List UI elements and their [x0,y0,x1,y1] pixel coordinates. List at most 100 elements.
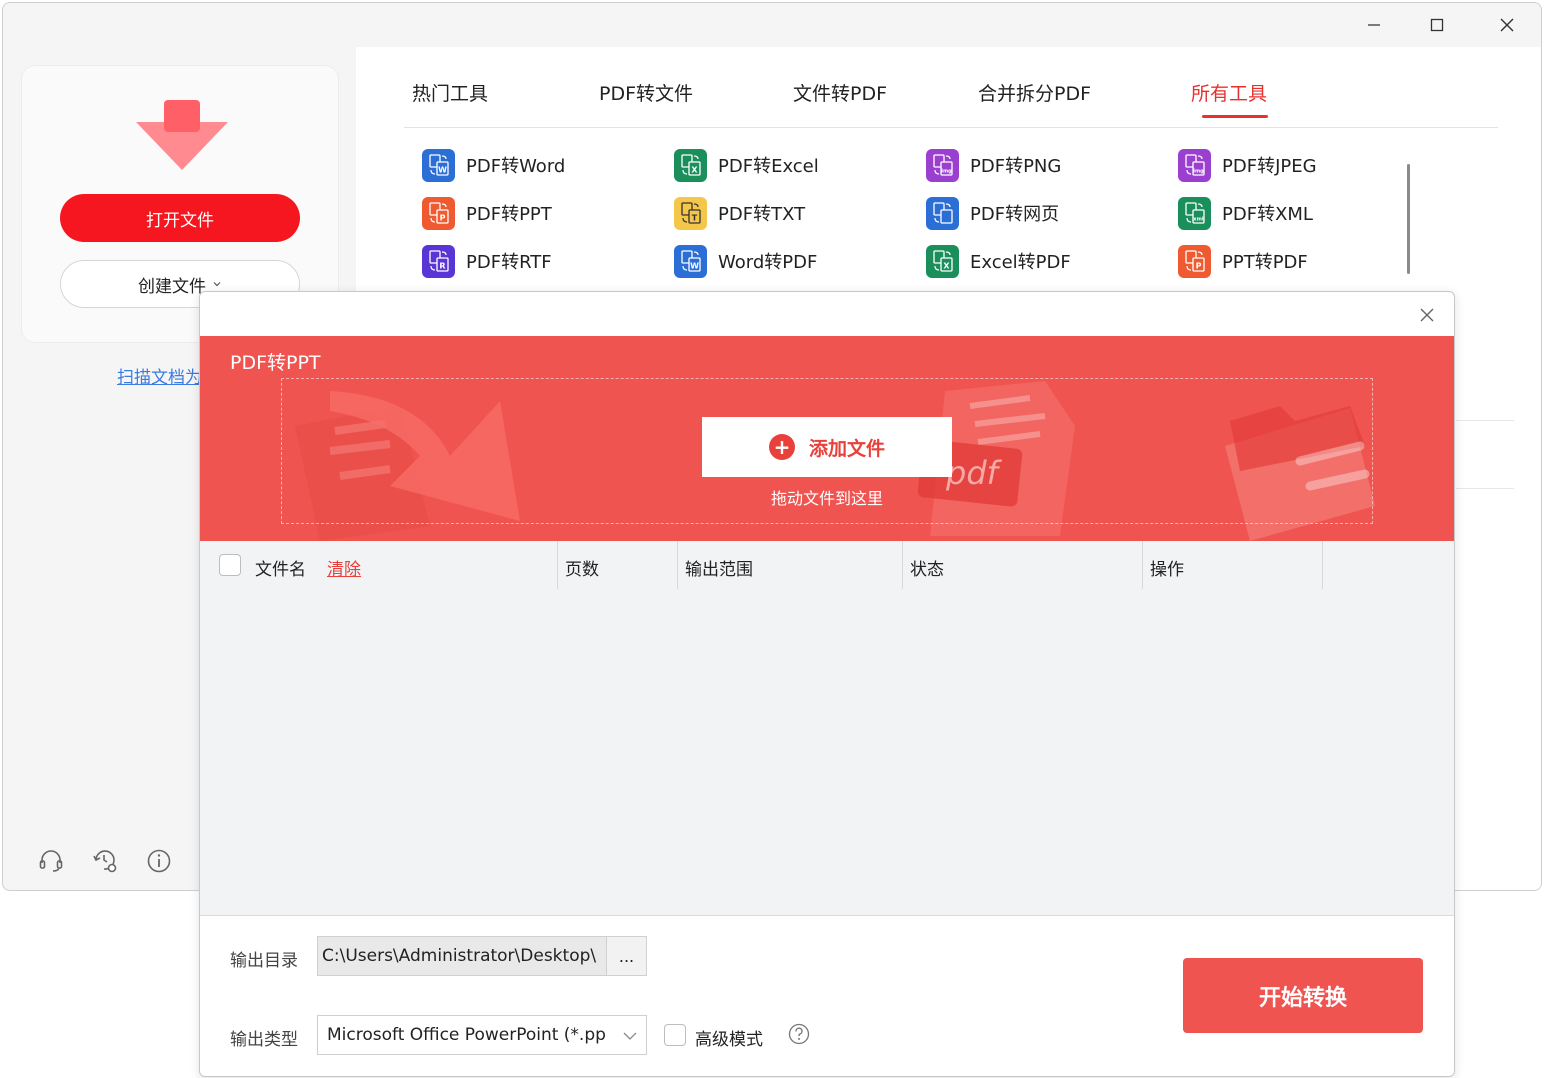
column-separator [557,541,558,589]
column-separator [1142,541,1143,589]
svg-text:P: P [439,214,445,223]
svg-text:img: img [1193,169,1204,175]
tool-icon: P [1178,244,1211,278]
tool-item[interactable]: img PDF转JPEG [1178,147,1317,183]
tool-item[interactable]: img PDF转PNG [926,147,1061,183]
close-window-button[interactable] [1492,11,1522,39]
tool-label: PDF转网页 [970,204,1060,225]
svg-text:img: img [941,169,952,175]
advanced-mode-checkbox[interactable] [664,1024,686,1046]
close-icon [1500,18,1514,32]
browse-dir-button[interactable]: ... [606,936,647,976]
tool-icon [926,196,959,230]
tab-all-tools[interactable]: 所有工具 [1191,79,1267,106]
svg-text:W: W [438,166,447,175]
tools-scrollbar[interactable] [1407,164,1410,274]
tool-item[interactable]: X PDF转Excel [674,147,819,183]
tool-icon: X [926,244,959,278]
svg-text:T: T [691,214,697,223]
svg-text:xml: xml [1193,217,1203,223]
pdf-to-ppt-dialog: pdf PDF转PPT + 添加文件 拖动文件到这里 文件名 清除 页数 输出范… [199,291,1455,1077]
drag-hint: 拖动文件到这里 [770,489,883,508]
tool-item[interactable]: PDF转网页 [926,195,1059,231]
tool-label: PDF转Excel [718,156,819,177]
active-tab-indicator [1202,115,1268,118]
tab-hot-tools[interactable]: 热门工具 [412,79,488,106]
headset-icon [39,850,63,872]
tool-label: PDF转XML [1222,204,1313,225]
tab-pdf-to-file[interactable]: PDF转文件 [599,79,693,106]
history-settings-button[interactable] [91,847,119,875]
tool-label: Excel转PDF [970,252,1071,273]
tool-icon: img [1178,148,1211,182]
customer-service-button[interactable] [37,847,65,875]
tool-icon: W [422,148,455,182]
create-file-label: 创建文件 [138,276,206,297]
output-dir-label: 输出目录 [230,951,298,971]
tool-item[interactable]: W PDF转Word [422,147,565,183]
maximize-icon [1430,18,1444,32]
tool-icon: R [422,244,455,278]
download-arrow-icon [136,100,228,170]
tool-icon: xml [1178,196,1211,230]
tab-divider [404,127,1498,128]
tool-icon: W [674,244,707,278]
title-bar [3,3,1541,47]
output-type-select[interactable]: Microsoft Office PowerPoint (*.pp [317,1015,647,1055]
tool-item[interactable]: xml PDF转XML [1178,195,1313,231]
tool-item[interactable]: P PPT转PDF [1178,243,1308,279]
tool-label: PDF转TXT [718,204,806,225]
chevron-down-icon [623,1032,637,1040]
column-filename: 文件名 [255,560,306,580]
output-type-value: Microsoft Office PowerPoint (*.pp [327,1025,606,1045]
tool-icon: T [674,196,707,230]
upload-banner: pdf PDF转PPT + 添加文件 拖动文件到这里 [200,336,1454,541]
output-dir-value: C:\Users\Administrator\Desktop\ [322,946,597,966]
svg-text:P: P [1195,262,1201,271]
svg-text:W: W [690,262,699,271]
plus-circle-icon: + [768,434,795,460]
column-pages: 页数 [565,560,599,580]
column-output-range: 输出范围 [685,560,753,580]
column-separator [902,541,903,589]
help-button[interactable] [788,1023,810,1045]
minimize-icon [1368,24,1380,26]
minimize-button[interactable] [1359,11,1389,39]
tool-item[interactable]: X Excel转PDF [926,243,1071,279]
open-file-button[interactable]: 打开文件 [60,194,300,242]
dialog-title: PDF转PPT [230,352,321,374]
select-all-checkbox[interactable] [219,554,241,576]
divider-line [1456,420,1514,421]
output-dir-input[interactable]: C:\Users\Administrator\Desktop\ [317,936,607,976]
question-circle-icon [788,1023,810,1045]
add-file-button[interactable]: + 添加文件 [702,417,952,477]
advanced-mode-label: 高级模式 [695,1030,763,1050]
svg-text:X: X [943,262,950,271]
maximize-button[interactable] [1422,11,1452,39]
start-conversion-button[interactable]: 开始转换 [1183,958,1423,1033]
tool-item[interactable]: T PDF转TXT [674,195,805,231]
chevron-down-icon [213,282,221,287]
tool-label: PPT转PDF [1222,252,1308,273]
tab-merge-split-pdf[interactable]: 合并拆分PDF [978,79,1091,106]
tool-item[interactable]: R PDF转RTF [422,243,552,279]
info-icon [147,849,171,873]
tab-file-to-pdf[interactable]: 文件转PDF [793,79,887,106]
history-gear-icon [93,850,117,873]
file-table: 文件名 清除 页数 输出范围 状态 操作 [200,541,1454,916]
clear-list-link[interactable]: 清除 [327,555,361,580]
column-status: 状态 [910,560,944,580]
close-dialog-button[interactable] [1414,302,1440,328]
tool-label: PDF转JPEG [1222,156,1317,177]
tool-label: Word转PDF [718,252,818,273]
scan-document-link[interactable]: 扫描文档为 [117,363,202,388]
add-file-label: 添加文件 [808,437,885,460]
column-separator [1322,541,1323,589]
close-icon [1420,308,1434,322]
tool-label: PDF转Word [466,156,566,177]
about-button[interactable] [145,847,173,875]
divider-line [1456,488,1514,489]
tool-item[interactable]: P PDF转PPT [422,195,552,231]
tool-item[interactable]: W Word转PDF [674,243,817,279]
svg-text:X: X [691,166,698,175]
